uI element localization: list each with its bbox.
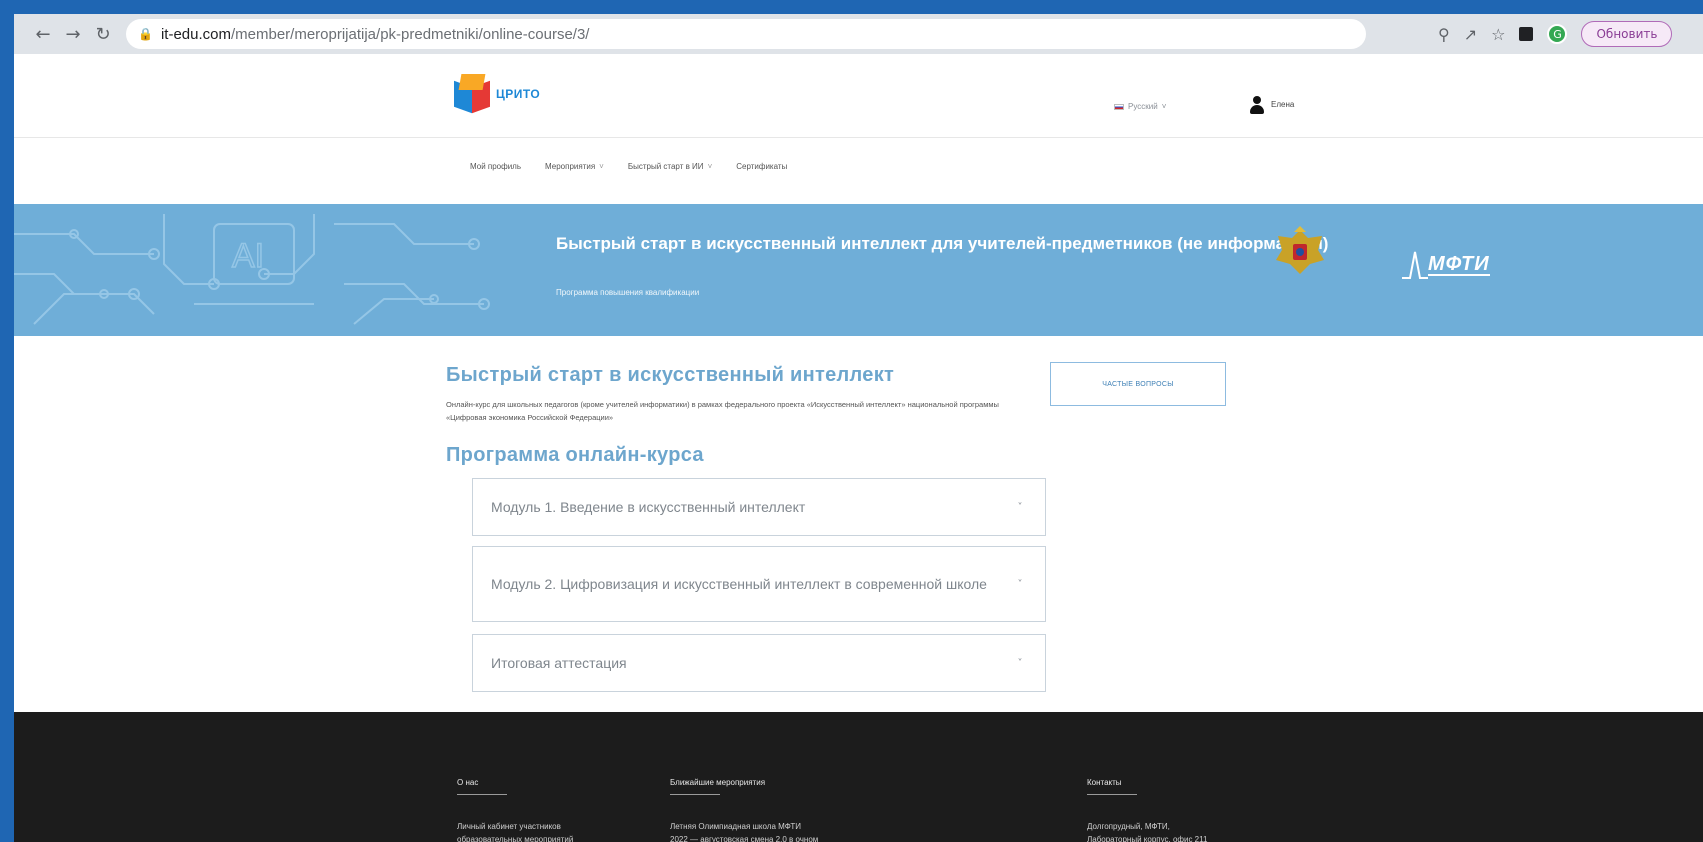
ministry-emblem-icon xyxy=(1276,226,1324,274)
module-label: Итоговая аттестация xyxy=(491,655,627,671)
zoom-icon[interactable]: ⚲ xyxy=(1438,25,1450,44)
browser-toolbar: ← → ↻ 🔒 it-edu.com /member/meroprijatija… xyxy=(14,14,1703,54)
lock-icon: 🔒 xyxy=(138,27,153,41)
faq-button[interactable]: ЧАСТЫЕ ВОПРОСЫ xyxy=(1050,362,1226,406)
mipt-pulse-icon xyxy=(1402,251,1428,279)
update-browser-button[interactable]: Обновить xyxy=(1581,21,1673,47)
mipt-text: МФТИ xyxy=(1428,253,1490,276)
browser-tools: ⚲ ↗ ☆ G Обновить xyxy=(1438,21,1673,47)
user-menu[interactable]: Елена xyxy=(1249,96,1294,114)
banner-subtitle: Программа повышения квалификации xyxy=(556,288,700,297)
mipt-logo: МФТИ xyxy=(1402,250,1490,280)
language-select[interactable]: Русский ˅ xyxy=(1114,102,1166,111)
site-header: ЦРИТО Русский ˅ Елена xyxy=(14,54,1703,138)
banner-title: Быстрый старт в искусственный интеллект … xyxy=(556,234,1329,253)
site-footer: О нас Личный кабинет участников образова… xyxy=(14,712,1703,842)
logo-name: ЦРИТО xyxy=(496,87,541,101)
chevron-down-icon: ˅ xyxy=(599,161,604,171)
profile-avatar[interactable]: G xyxy=(1547,24,1568,44)
sidepanel-icon[interactable] xyxy=(1519,27,1534,41)
module-accordion-2[interactable]: Модуль 2. Цифровизация и искусственный и… xyxy=(472,546,1046,622)
footer-divider xyxy=(1087,794,1137,795)
chevron-down-icon: ˅ xyxy=(707,161,713,171)
footer-events-text[interactable]: Летняя Олимпиадная школа МФТИ 2022 — авг… xyxy=(670,820,818,842)
svg-text:AI: AI xyxy=(232,237,264,275)
reload-icon[interactable]: ↻ xyxy=(88,19,118,49)
nav-item-certificates[interactable]: Сертификаты xyxy=(736,162,787,171)
back-icon[interactable]: ← xyxy=(28,19,58,49)
module-accordion-3[interactable]: Итоговая аттестация ˅ xyxy=(472,634,1046,692)
module-label: Модуль 2. Цифровизация и искусственный и… xyxy=(491,576,987,592)
footer-divider xyxy=(670,794,720,795)
share-icon[interactable]: ↗ xyxy=(1464,25,1477,44)
bookmark-star-icon[interactable]: ☆ xyxy=(1491,25,1505,44)
course-title: Быстрый старт в искусственный интеллект xyxy=(446,364,895,386)
url-host: it-edu.com xyxy=(160,25,231,43)
nav-item-ai-quickstart[interactable]: Быстрый старт в ИИ ˅ xyxy=(628,162,712,171)
nav-item-profile[interactable]: Мой профиль xyxy=(470,162,521,171)
module-accordion-1[interactable]: Модуль 1. Введение в искусственный интел… xyxy=(472,478,1046,536)
language-label: Русский xyxy=(1128,102,1158,111)
circuit-ai-illustration: AI xyxy=(14,214,490,325)
site-logo[interactable]: ЦРИТО xyxy=(454,74,540,114)
user-name: Елена xyxy=(1271,100,1295,109)
chevron-down-icon: ˅ xyxy=(1017,501,1023,513)
chevron-down-icon: ˅ xyxy=(1017,578,1023,590)
course-banner: AI Быстрый старт в искусственный интелле… xyxy=(14,204,1703,336)
forward-icon[interactable]: → xyxy=(58,19,88,49)
address-bar[interactable]: 🔒 it-edu.com /member/meroprijatija/pk-pr… xyxy=(126,19,1366,49)
footer-about-heading: О нас xyxy=(457,778,479,787)
footer-contacts-heading: Контакты xyxy=(1087,778,1122,787)
chevron-down-icon: ˅ xyxy=(1017,657,1023,669)
course-description: Онлайн-курс для школьных педагогов (кром… xyxy=(446,400,999,422)
browser-window: ← → ↻ 🔒 it-edu.com /member/meroprijatija… xyxy=(14,14,1703,842)
module-label: Модуль 1. Введение в искусственный интел… xyxy=(491,499,806,515)
footer-events-heading: Ближайшие мероприятия xyxy=(670,778,766,787)
chevron-down-icon: ˅ xyxy=(1161,102,1167,111)
main-nav: Мой профиль Мероприятия ˅ Быстрый старт в… xyxy=(14,138,1703,194)
footer-contacts-text: Долгопрудный, МФТИ, Лабораторный корпус,… xyxy=(1087,822,1208,842)
nav-item-events[interactable]: Мероприятия ˅ xyxy=(545,162,604,171)
url-path: /member/meroprijatija/pk-predmetniki/onl… xyxy=(230,25,590,43)
logo-cube-icon xyxy=(454,74,490,114)
flag-icon xyxy=(1114,103,1124,110)
footer-divider xyxy=(457,794,507,795)
program-title: Программа онлайн-курса xyxy=(446,444,704,466)
footer-about-text[interactable]: Личный кабинет участников образовательны… xyxy=(457,820,573,842)
user-icon xyxy=(1249,96,1265,114)
